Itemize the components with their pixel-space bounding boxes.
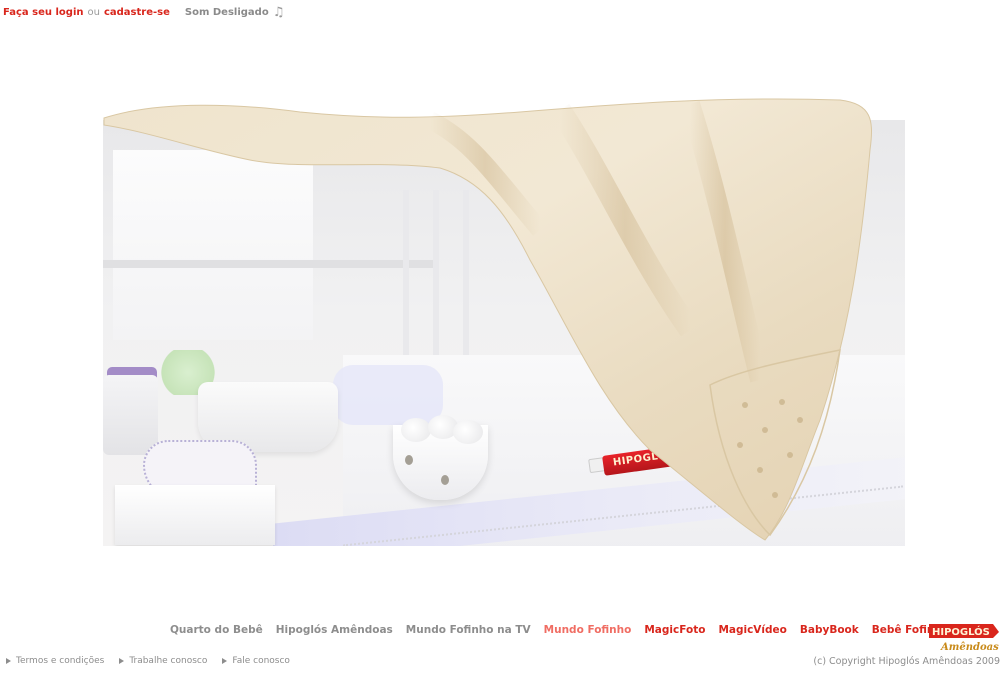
footer-nav: Quarto do Bebê Hipoglós Amêndoas Mundo F… (170, 624, 962, 636)
nav-magicvideo[interactable]: MagicVídeo (718, 624, 786, 636)
nav-mundo-fofinho-tv[interactable]: Mundo Fofinho na TV (406, 624, 531, 636)
hipoglos-logo[interactable]: HIPOGLÓS Amêndoas (927, 620, 1003, 654)
contact-link[interactable]: Fale conosco (222, 656, 290, 666)
nav-hipoglos-amendoas[interactable]: Hipoglós Amêndoas (276, 624, 393, 636)
cotton-ball (453, 420, 483, 444)
page: Faça seu login ou cadastre-se Som Deslig… (0, 0, 1008, 679)
tube-label: HIPOGLÓ (612, 450, 668, 469)
arrow-right-icon (222, 658, 228, 664)
sound-toggle[interactable]: Som Desligado (185, 6, 269, 20)
svg-text:HIPOGLÓS: HIPOGLÓS (932, 625, 990, 638)
nav-babybook[interactable]: BabyBook (800, 624, 859, 636)
arrow-right-icon (6, 658, 11, 664)
nav-quarto-do-bebe[interactable]: Quarto do Bebê (170, 624, 263, 636)
signup-link[interactable]: cadastre-se (104, 6, 170, 20)
tissue-box (115, 485, 275, 545)
work-with-us-label: Trabalhe conosco (129, 656, 208, 666)
cotton-jar (103, 375, 158, 455)
bottom-links: Termos e condições Trabalhe conosco Fale… (6, 656, 305, 666)
bear-print (441, 475, 449, 485)
login-link[interactable]: Faça seu login (3, 6, 84, 20)
background-shelf (103, 260, 433, 268)
cotton-ball (401, 418, 431, 442)
contact-label: Fale conosco (232, 656, 290, 666)
hero-scene: HIPOGLÓ (103, 120, 905, 546)
terms-link[interactable]: Termos e condições (6, 656, 104, 666)
arrow-right-icon (119, 658, 125, 664)
bear-print (405, 455, 413, 465)
or-text: ou (87, 7, 100, 18)
nav-mundo-fofinho[interactable]: Mundo Fofinho (544, 624, 632, 636)
work-with-us-link[interactable]: Trabalhe conosco (119, 656, 207, 666)
terms-label: Termos e condições (16, 656, 105, 666)
copyright-text: (c) Copyright Hipoglós Amêndoas 2009 (813, 656, 1000, 667)
top-bar: Faça seu login ou cadastre-se Som Deslig… (3, 6, 284, 20)
nav-magicfoto[interactable]: MagicFoto (644, 624, 705, 636)
background-window (113, 150, 313, 340)
music-note-icon[interactable]: ♫ (273, 6, 285, 20)
svg-text:Amêndoas: Amêndoas (940, 642, 999, 653)
baby-clothes (333, 365, 443, 425)
